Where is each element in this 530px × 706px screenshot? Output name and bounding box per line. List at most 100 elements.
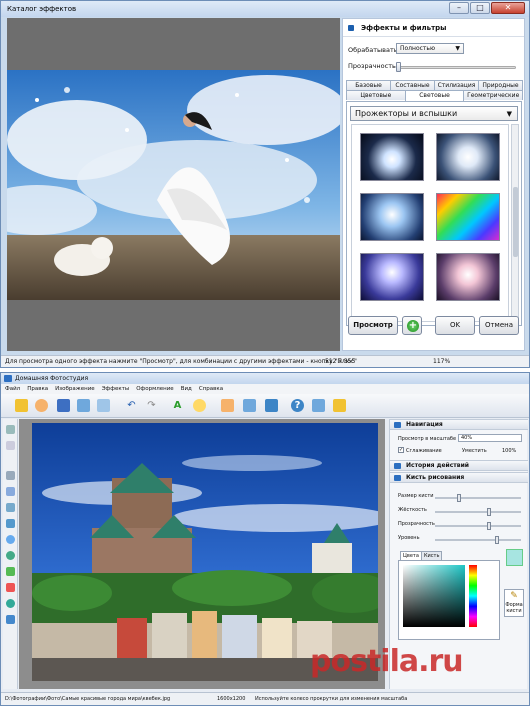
brush-shape-button[interactable]: ✎ Форма кисти [504, 589, 524, 617]
chevron-down-icon: ▼ [455, 45, 460, 52]
current-color-swatch[interactable] [506, 549, 523, 566]
undo-icon[interactable]: ↶ [125, 399, 138, 412]
print-icon[interactable] [77, 399, 90, 412]
crop-tool-icon[interactable] [6, 441, 15, 450]
tabs-row-2: Цветовые Световые Геометрические [346, 90, 524, 101]
slider-thumb[interactable] [495, 536, 499, 544]
scan-icon[interactable] [97, 399, 110, 412]
navigation-icon [394, 422, 401, 428]
brush-section-header[interactable]: Кисть рисования [390, 472, 528, 483]
slider-thumb[interactable] [487, 508, 491, 516]
effect-preview-area [7, 18, 340, 351]
tab-geometric[interactable]: Геометрические [463, 90, 524, 100]
process-select[interactable]: Полностью ▼ [396, 43, 464, 54]
level-slider[interactable] [435, 536, 521, 544]
dialog-statusbar: Для просмотра одного эффекта нажмите "Пр… [1, 355, 529, 367]
tab-natural[interactable]: Природные [478, 80, 523, 90]
effect-thumbnail[interactable] [360, 133, 424, 181]
redo-icon[interactable]: ↷ [145, 399, 158, 412]
menu-view[interactable]: Вид [181, 384, 192, 394]
brush-opacity-slider[interactable] [435, 522, 521, 530]
menu-help[interactable]: Справка [199, 384, 223, 394]
menu-effects[interactable]: Эффекты [102, 384, 130, 394]
zoom-select[interactable]: 40% [458, 434, 522, 442]
folder-icon[interactable] [333, 399, 346, 412]
effect-thumbnail[interactable] [436, 193, 500, 241]
save-icon[interactable] [57, 399, 70, 412]
rotate-tool-icon[interactable] [6, 599, 15, 608]
tab-color[interactable]: Цветовые [346, 90, 406, 100]
hardness-slider[interactable] [435, 508, 521, 516]
brush-size-label: Размер кисти [398, 493, 434, 499]
ok-button[interactable]: OK [435, 316, 475, 335]
menu-edit[interactable]: Правка [27, 384, 48, 394]
move-tool-icon[interactable] [6, 425, 15, 434]
clone-tool-icon[interactable] [6, 567, 15, 576]
history-section-header[interactable]: История действий [390, 460, 528, 471]
opacity-slider[interactable] [396, 66, 516, 69]
zoom-label: Просмотр в масштабе [398, 436, 457, 442]
status-image-size: 512 x 355 [325, 358, 356, 365]
opacity-slider-thumb[interactable] [396, 62, 401, 72]
process-label: Обрабатывать [348, 46, 398, 54]
slider-thumb[interactable] [457, 494, 461, 502]
category-select[interactable]: Прожекторы и вспышки ▼ [350, 106, 518, 121]
open-folder-icon[interactable] [15, 399, 28, 412]
text-icon[interactable]: A [171, 399, 184, 412]
slider-thumb[interactable] [487, 522, 491, 530]
tab-content-light: Прожекторы и вспышки ▼ [346, 101, 522, 326]
fill-tool-icon[interactable] [6, 503, 15, 512]
navigation-section-header[interactable]: Навигация [390, 419, 528, 430]
scrollbar-thumb[interactable] [513, 187, 518, 257]
effect-thumbnail[interactable] [436, 133, 500, 181]
fit-button[interactable]: Уместить [462, 448, 487, 454]
color-picker[interactable] [398, 560, 500, 640]
resize-tool-icon[interactable] [6, 615, 15, 624]
redeye-tool-icon[interactable] [6, 583, 15, 592]
blur-tool-icon[interactable] [6, 551, 15, 560]
preview-button[interactable]: Просмотр [348, 316, 398, 335]
menu-image[interactable]: Изображение [55, 384, 95, 394]
hue-slider[interactable] [469, 565, 477, 627]
menu-file[interactable]: Файл [5, 384, 20, 394]
brush-size-slider[interactable] [435, 494, 521, 502]
close-icon[interactable]: ✕ [491, 2, 525, 14]
effect-thumbnail[interactable] [360, 253, 424, 301]
maximize-icon[interactable]: □ [470, 2, 490, 14]
stamp-icon[interactable] [193, 399, 206, 412]
saturation-value-field[interactable] [403, 565, 465, 627]
add-effect-button[interactable]: + [402, 316, 422, 335]
brush-title: Кисть рисования [406, 474, 465, 481]
enhance-icon[interactable] [35, 399, 48, 412]
effects-catalog-window: Каталог эффектов – □ ✕ Эффекты и фильтры… [0, 0, 530, 368]
cancel-button[interactable]: Отмена [479, 316, 519, 335]
picture-icon[interactable] [265, 399, 278, 412]
gradient-tool-icon[interactable] [6, 519, 15, 528]
pencil-tool-icon[interactable] [6, 487, 15, 496]
tab-light[interactable]: Световые [404, 90, 465, 101]
left-toolbar [3, 419, 18, 689]
frame-icon[interactable] [221, 399, 234, 412]
hardness-label: Жёсткость [398, 507, 427, 513]
ellipse-tool-icon[interactable] [6, 535, 15, 544]
brush-opacity-label: Прозрачность [398, 521, 435, 527]
info-icon[interactable] [312, 399, 325, 412]
brush-icon [394, 475, 401, 481]
brush-tool-icon[interactable] [6, 471, 15, 480]
tab-composite[interactable]: Составные [390, 80, 435, 90]
help-icon[interactable]: ? [291, 399, 304, 412]
tabs-row-1: Базовые Составные Стилизация Природные [346, 80, 523, 90]
smoothing-checkbox[interactable]: ✓ [398, 447, 404, 453]
opacity-label: Прозрачность [348, 62, 396, 70]
gallery-icon[interactable] [243, 399, 256, 412]
tab-basic[interactable]: Базовые [346, 80, 391, 90]
minimize-icon[interactable]: – [449, 2, 469, 14]
tab-stylization[interactable]: Стилизация [434, 80, 479, 90]
full-size-button[interactable]: 100% [502, 448, 516, 454]
category-select-value: Прожекторы и вспышки [355, 109, 458, 118]
effect-thumbnail[interactable] [436, 253, 500, 301]
thumbnails-scrollbar[interactable] [511, 124, 519, 322]
menu-decoration[interactable]: Оформление [136, 384, 174, 394]
effect-thumbnail[interactable] [360, 193, 424, 241]
watermark-logo: postila.ru [310, 644, 464, 679]
